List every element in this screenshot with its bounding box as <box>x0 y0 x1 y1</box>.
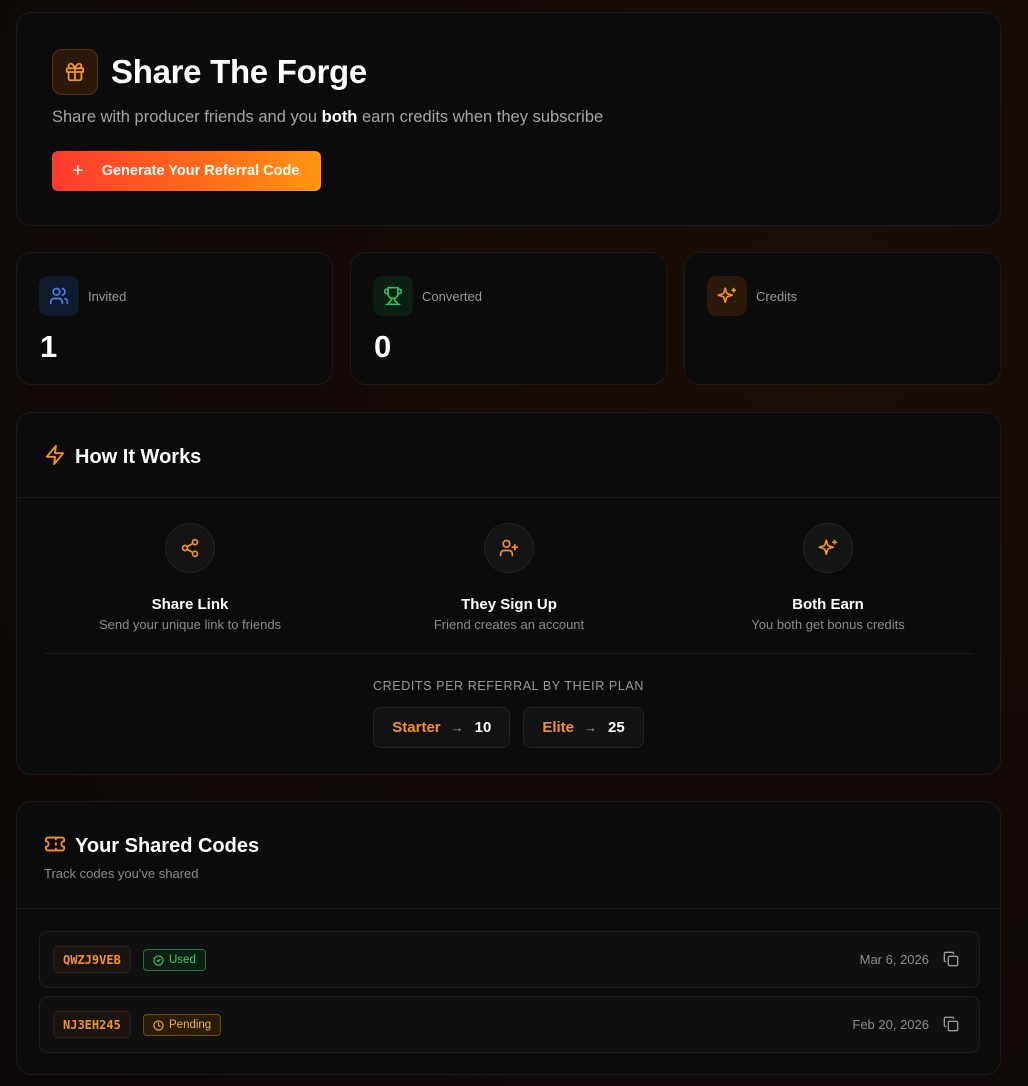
status-badge-pending: Pending <box>143 1014 222 1036</box>
credits-per-referral-caption: CREDITS PER REFERRAL BY THEIR PLAN <box>373 679 644 693</box>
step-share-link: Share Link Send your unique link to frie… <box>40 523 340 632</box>
trophy-icon <box>373 276 413 316</box>
step-title: They Sign Up <box>461 596 557 613</box>
step-description: You both get bonus credits <box>751 617 905 632</box>
stat-label: Credits <box>756 289 798 304</box>
step-title: Both Earn <box>792 596 864 613</box>
shared-date: Mar 6, 2026 <box>859 952 929 967</box>
arrow-right-icon: → <box>584 720 598 735</box>
subtitle-text-start: Share with producer friends and you <box>52 108 322 126</box>
how-it-works-heading: How It Works <box>44 444 201 471</box>
shared-date: Feb 20, 2026 <box>852 1017 929 1032</box>
shared-codes-subtitle: Track codes you've shared <box>44 866 199 881</box>
stat-card-credits: Credits <box>684 252 1001 385</box>
users-icon <box>39 276 79 316</box>
code-row: QWZJ9VEB Used Mar 6, 2026 <box>39 931 980 988</box>
stat-value: 1 <box>40 329 58 364</box>
shared-codes-heading: Your Shared Codes <box>44 833 259 860</box>
stat-card-converted: Converted 0 <box>350 252 667 385</box>
status-label: Used <box>169 954 196 966</box>
how-it-works-card: How It Works Share Link Send your unique… <box>16 412 1001 775</box>
stat-value: 0 <box>374 329 392 364</box>
copy-icon[interactable] <box>943 1016 961 1034</box>
shared-codes-title: Your Shared Codes <box>75 835 260 857</box>
plan-credit-value: 25 <box>608 719 625 736</box>
step-both-earn: Both Earn You both get bonus credits <box>678 523 978 632</box>
step-title: Share Link <box>151 596 229 613</box>
plan-name: Starter <box>392 719 441 736</box>
section-divider <box>17 908 1000 909</box>
gift-icon <box>52 49 98 95</box>
copy-icon[interactable] <box>943 951 961 969</box>
user-plus-icon <box>484 523 534 573</box>
referral-hero-card: Share The Forge Share with producer frie… <box>16 12 1001 226</box>
sparkles-icon <box>803 523 853 573</box>
plan-name: Elite <box>542 719 575 736</box>
share-icon <box>165 523 215 573</box>
stat-label: Converted <box>422 289 482 304</box>
stat-label: Invited <box>88 289 127 304</box>
page-title: Share The Forge <box>111 53 367 90</box>
status-badge-used: Used <box>143 949 206 971</box>
status-label: Pending <box>169 1019 212 1031</box>
inner-divider <box>44 653 973 654</box>
how-it-works-title: How It Works <box>75 446 202 468</box>
hero-heading: Share The Forge <box>52 49 367 95</box>
code-row: NJ3EH245 Pending Feb 20, 2026 <box>39 996 980 1053</box>
ticket-icon <box>44 833 66 860</box>
shared-codes-card: Your Shared Codes Track codes you've sha… <box>16 801 1001 1075</box>
generate-button-label: Generate Your Referral Code <box>101 163 300 179</box>
plan-elite: Elite → 25 <box>523 707 644 748</box>
check-circle-icon <box>153 954 164 966</box>
section-divider <box>17 497 1000 498</box>
referral-code: NJ3EH245 <box>53 1011 131 1038</box>
lightning-icon <box>44 444 66 471</box>
clock-icon <box>153 1019 164 1031</box>
plus-icon: + <box>72 160 84 182</box>
plan-credit-value: 10 <box>474 719 492 736</box>
stat-card-invited: Invited 1 <box>16 252 333 385</box>
sparkles-icon <box>707 276 747 316</box>
step-description: Send your unique link to friends <box>98 617 282 632</box>
subtitle-text-end: earn credits when they subscribe <box>357 108 604 126</box>
arrow-right-icon: → <box>450 720 464 735</box>
step-they-sign-up: They Sign Up Friend creates an account <box>359 523 659 632</box>
page-subtitle: Share with producer friends and you both… <box>52 108 603 127</box>
plan-starter: Starter → 10 <box>373 707 511 748</box>
generate-referral-code-button[interactable]: + Generate Your Referral Code <box>52 151 321 191</box>
step-description: Friend creates an account <box>433 617 585 632</box>
subtitle-emphasis: both <box>321 108 358 126</box>
referral-code: QWZJ9VEB <box>53 946 131 973</box>
plan-credits-list: Starter → 10 Elite → 25 <box>17 707 1000 748</box>
